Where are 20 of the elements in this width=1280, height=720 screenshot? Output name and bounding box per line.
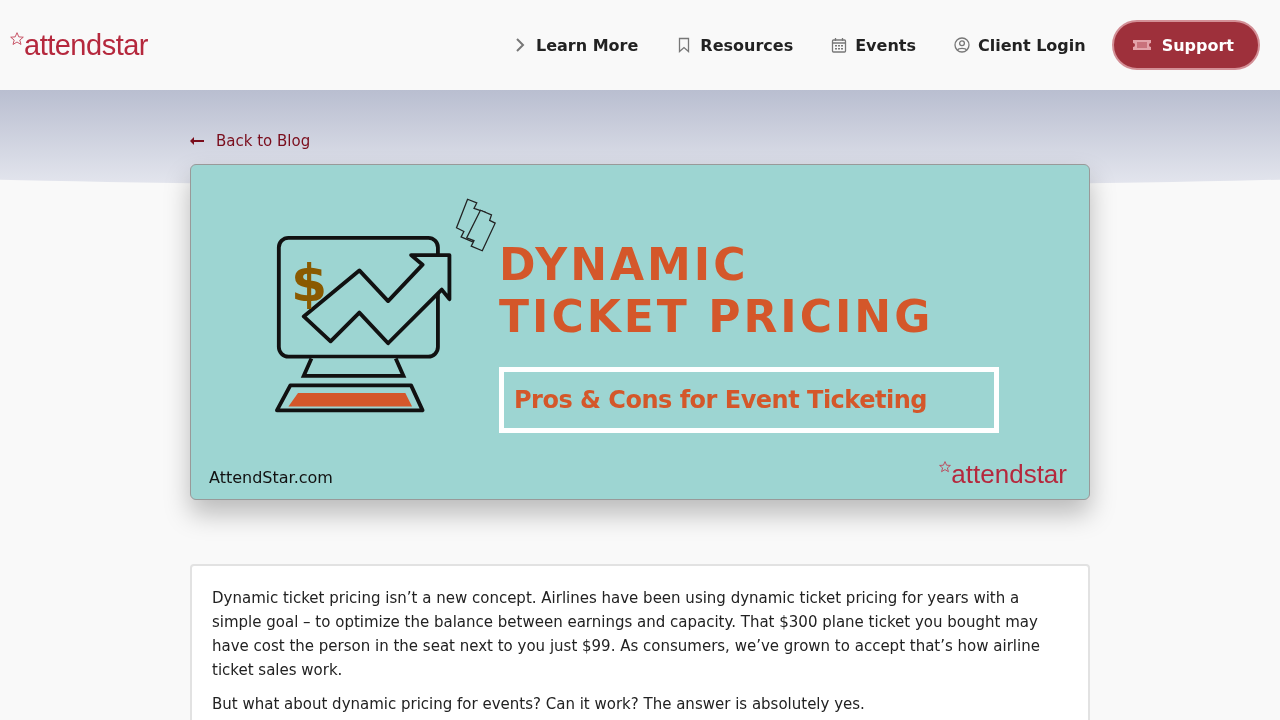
nav-link[interactable]: Learn More [500, 35, 651, 55]
star-icon [10, 32, 24, 46]
banner-title: DYNAMIC [499, 239, 750, 291]
attendstar-logo[interactable]: attendstar [10, 30, 148, 60]
banner-title: TICKET PRICING [499, 291, 935, 343]
left-arrow-icon [190, 137, 204, 145]
website-address: AttendStar.com [209, 468, 333, 487]
user-icon [953, 37, 970, 53]
calendar-icon [831, 37, 848, 53]
nav-link[interactable]: Resources [664, 35, 806, 55]
back-to-blog-link[interactable]: Back to Blog [190, 130, 311, 152]
nav-link[interactable]: Events [819, 35, 928, 55]
banner-subtitle: Pros & Cons for Event Ticketing [499, 367, 999, 433]
article-paragraph: Dynamic ticket pricing isn’t a new concept. Airlines have been using dynamic ticket pricing for years with a simple goal – to optimize the balance between earnings and capacity. That $300 plane ticket you bought may have cost the person in the seat next to you just $99. As consumers, we’ve grown to accept that’s how airline ticket sales work. [212, 588, 1041, 681]
nav-link[interactable]: Client Login [941, 35, 1098, 55]
support-button[interactable]: Support [1111, 20, 1260, 70]
attendstar-logo: attendstar [939, 461, 1067, 487]
ticket-icon [1131, 38, 1152, 52]
article-paragraph: But what about dynamic pricing for events? Can it work? The answer is absolutely yes. [212, 694, 866, 715]
dollar-sign: $ [291, 257, 328, 309]
